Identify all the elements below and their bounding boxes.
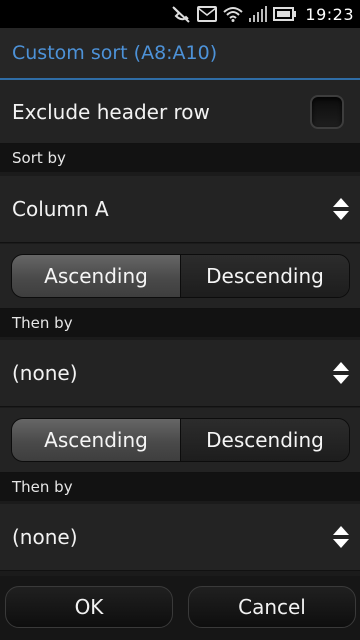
sort-by-value: Column A (12, 197, 109, 221)
then-by-2-header: Then by (0, 473, 360, 501)
then-by-1-order-row: Ascending Descending (0, 408, 360, 473)
status-bar: 19:23 (0, 0, 360, 28)
status-time: 19:23 (305, 4, 354, 24)
sort-by-order-row: Ascending Descending (0, 244, 360, 309)
ok-button[interactable]: OK (5, 586, 173, 628)
then-by-1-select[interactable]: (none) (0, 340, 360, 407)
dialog-header: Custom sort (A8:A10) (0, 28, 360, 80)
sort-by-select[interactable]: Column A (0, 176, 360, 243)
then-by-1-descending-button[interactable]: Descending (180, 419, 349, 461)
up-down-arrows-icon (333, 198, 349, 220)
then-by-1-value: (none) (12, 361, 78, 385)
cancel-button[interactable]: Cancel (188, 586, 356, 628)
then-by-2-label: Then by (12, 478, 73, 496)
then-by-1-header: Then by (0, 309, 360, 337)
sort-by-label: Sort by (12, 149, 66, 167)
silent-icon (172, 6, 191, 23)
wifi-icon (223, 7, 244, 22)
sort-by-descending-button[interactable]: Descending (180, 255, 349, 297)
battery-icon (273, 7, 297, 21)
sort-by-order-toggle: Ascending Descending (11, 254, 350, 298)
exclude-header-row[interactable]: Exclude header row (0, 80, 360, 144)
dialog-footer: OK Cancel (0, 576, 360, 640)
up-down-arrows-icon (333, 526, 349, 548)
then-by-2-select[interactable]: (none) (0, 504, 360, 571)
sort-by-header: Sort by (0, 144, 360, 172)
message-icon (197, 6, 218, 22)
then-by-1-order-toggle: Ascending Descending (11, 418, 350, 462)
then-by-1-ascending-button[interactable]: Ascending (12, 419, 180, 461)
signal-icon (249, 6, 268, 22)
dialog-title: Custom sort (A8:A10) (12, 42, 218, 64)
exclude-header-checkbox[interactable] (310, 94, 344, 129)
then-by-2-value: (none) (12, 525, 78, 549)
then-by-1-label: Then by (12, 314, 73, 332)
up-down-arrows-icon (333, 362, 349, 384)
sort-by-ascending-button[interactable]: Ascending (12, 255, 180, 297)
exclude-header-label: Exclude header row (12, 99, 210, 124)
status-icons: 19:23 (171, 3, 354, 25)
